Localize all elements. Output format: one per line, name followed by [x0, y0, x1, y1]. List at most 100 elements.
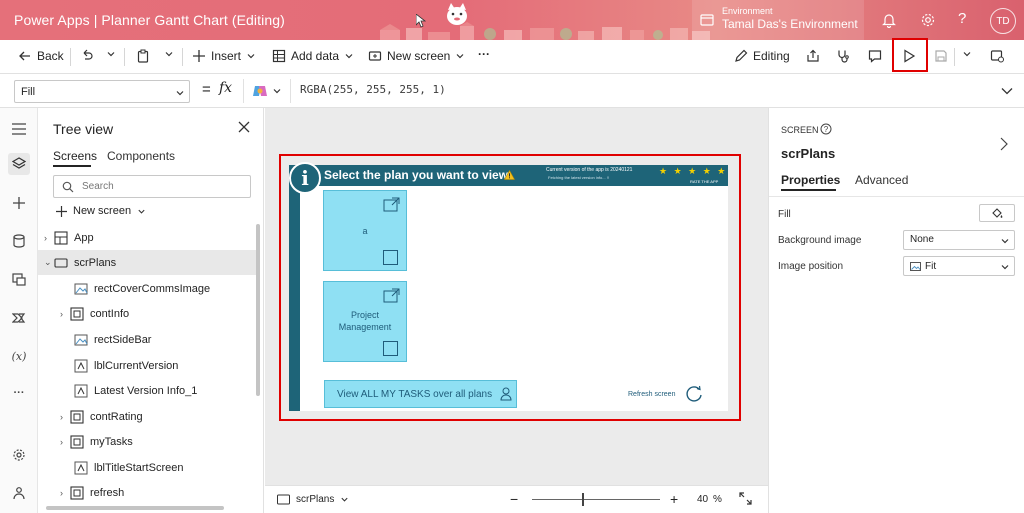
- image-position-dropdown[interactable]: Fit: [903, 256, 1015, 276]
- chevron-down-icon: [341, 497, 348, 502]
- media-icon[interactable]: [8, 268, 30, 290]
- app-checker-button[interactable]: [836, 49, 850, 63]
- separator: [70, 48, 71, 66]
- tree-item-label: contInfo: [90, 307, 130, 320]
- fill-color-picker[interactable]: [979, 204, 1015, 222]
- settings-gear-icon[interactable]: [8, 444, 30, 466]
- tree-item-scrplans[interactable]: ⌄ scrPlans: [38, 250, 256, 275]
- share-button[interactable]: [806, 49, 820, 63]
- tree-item-rectsidebar[interactable]: rectSideBar: [38, 327, 256, 352]
- section-label: SCREEN: [781, 125, 819, 135]
- separator: [124, 48, 125, 66]
- new-screen-link[interactable]: New screen: [56, 205, 146, 217]
- formula-bar: Fill = fx RGBA(255, 255, 255, 1): [0, 74, 1024, 108]
- tree-item-lblcurrentversion[interactable]: lblCurrentVersion: [38, 353, 256, 378]
- tree-item-contrating[interactable]: › contRating: [38, 404, 256, 429]
- fill-label: Fill: [778, 209, 791, 220]
- chevron-right-icon: ›: [60, 436, 63, 447]
- image-icon: [74, 334, 88, 345]
- insert-button[interactable]: Insert: [192, 49, 256, 63]
- virtual-agent-icon[interactable]: [8, 482, 30, 504]
- pencil-icon: [735, 49, 748, 62]
- help-circle-icon[interactable]: ?: [820, 123, 832, 135]
- tree-item-rectcovercommsimage[interactable]: rectCoverCommsImage: [38, 276, 256, 301]
- zoom-slider-thumb[interactable]: [582, 493, 585, 506]
- search-icon: [62, 181, 74, 193]
- editing-button[interactable]: Editing: [734, 49, 790, 63]
- tree-item-label: myTasks: [90, 435, 133, 448]
- close-icon[interactable]: [238, 121, 250, 133]
- label-icon: [74, 384, 88, 397]
- paste-dropdown[interactable]: [164, 49, 174, 59]
- divider: [769, 196, 1024, 197]
- chevron-right-icon: ›: [60, 308, 63, 319]
- undo-button[interactable]: [80, 49, 94, 63]
- tab-screens[interactable]: Screens: [53, 149, 97, 163]
- cursor-icon: [416, 14, 426, 28]
- background-image-dropdown[interactable]: None: [903, 230, 1015, 250]
- tree-item-mytasks[interactable]: › myTasks: [38, 429, 256, 454]
- save-dropdown[interactable]: [962, 49, 972, 59]
- tree-item-label: scrPlans: [74, 256, 117, 269]
- search-placeholder: Search: [82, 181, 114, 192]
- horizontal-scrollbar[interactable]: [46, 506, 224, 510]
- tree-item-label: Latest Version Info_1: [94, 384, 198, 397]
- zoom-slider[interactable]: [532, 499, 660, 500]
- zoom-in-button[interactable]: +: [670, 491, 678, 507]
- hamburger-icon[interactable]: [8, 118, 30, 140]
- database-icon[interactable]: [8, 230, 30, 252]
- back-label: Back: [37, 49, 64, 63]
- container-icon: [70, 434, 84, 449]
- equals-sign: =: [202, 81, 211, 98]
- tab-components[interactable]: Components: [107, 149, 175, 163]
- more-button[interactable]: ···: [478, 47, 490, 61]
- tree-item-label: rectSideBar: [94, 333, 152, 346]
- more-icon[interactable]: ···: [8, 382, 30, 404]
- tab-advanced[interactable]: Advanced: [855, 173, 908, 187]
- tab-properties[interactable]: Properties: [781, 173, 840, 187]
- tree-item-continfo[interactable]: › contInfo: [38, 301, 256, 326]
- background-image-label: Background image: [778, 235, 862, 246]
- back-button[interactable]: Back: [18, 49, 64, 63]
- layers-icon[interactable]: [8, 153, 30, 175]
- variables-icon[interactable]: (𝑥): [8, 345, 30, 367]
- insert-plus-icon[interactable]: [8, 192, 30, 214]
- chevron-right-icon[interactable]: [999, 137, 1009, 151]
- help-icon[interactable]: ?: [958, 10, 966, 27]
- paint-bucket-icon: [992, 208, 1003, 218]
- command-bar: Back Insert Add data New screen ··· Edit…: [0, 40, 1024, 74]
- property-dropdown[interactable]: Fill: [14, 80, 190, 103]
- vertical-scrollbar[interactable]: [256, 224, 260, 396]
- expand-formula-chevron-icon[interactable]: [1000, 84, 1014, 98]
- paste-button[interactable]: [136, 49, 150, 63]
- fit-to-window-icon[interactable]: [739, 492, 752, 505]
- power-automate-icon[interactable]: [8, 307, 30, 329]
- save-button[interactable]: [934, 49, 948, 63]
- tree-item-latest-version-info[interactable]: Latest Version Info_1: [38, 378, 256, 403]
- tree-item-lbltitlestartscreen[interactable]: lblTitleStartScreen: [38, 455, 256, 480]
- zoom-out-button[interactable]: −: [510, 491, 518, 507]
- tree-item-label: contRating: [90, 410, 143, 423]
- undo-icon: [83, 49, 93, 60]
- image-position-value: Fit: [925, 260, 937, 272]
- new-screen-button[interactable]: New screen: [368, 49, 465, 63]
- publish-button[interactable]: [990, 49, 1004, 63]
- tree-item-label: lblCurrentVersion: [94, 359, 179, 372]
- search-input[interactable]: Search: [53, 175, 251, 198]
- tree-item-app[interactable]: › App: [38, 225, 256, 250]
- add-data-button[interactable]: Add data: [272, 49, 354, 63]
- comments-button[interactable]: [868, 49, 882, 63]
- avatar[interactable]: TD: [990, 8, 1016, 34]
- chevron-down-icon: [456, 54, 464, 59]
- screen-icon: [54, 257, 68, 268]
- image-fit-icon: [910, 261, 921, 271]
- copilot-button[interactable]: [243, 79, 289, 103]
- gear-icon[interactable]: [920, 12, 936, 28]
- container-icon: [70, 485, 84, 500]
- screen-selector[interactable]: scrPlans: [277, 494, 349, 505]
- bell-icon[interactable]: [881, 12, 897, 28]
- undo-dropdown[interactable]: [106, 49, 116, 59]
- tree-item-refresh[interactable]: › refresh: [38, 480, 256, 505]
- share-icon: [807, 49, 819, 62]
- chevron-down-icon: [138, 209, 145, 214]
